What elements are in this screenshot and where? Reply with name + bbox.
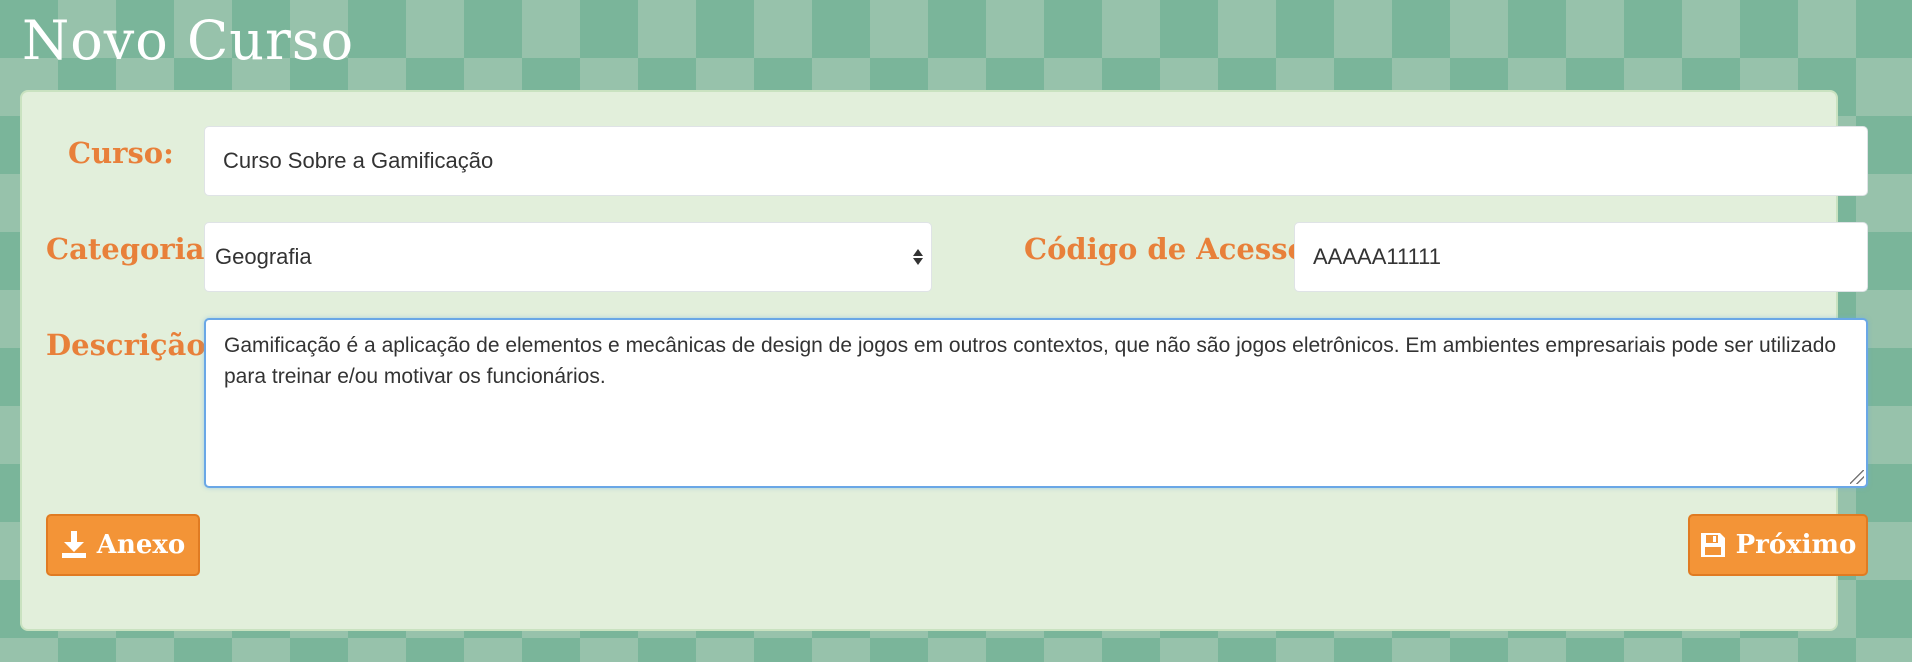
resize-grip-icon[interactable] <box>1850 470 1864 484</box>
select-arrows-icon <box>913 249 923 265</box>
proximo-button-label: Próximo <box>1735 530 1857 560</box>
save-icon <box>1700 532 1726 558</box>
codigo-label: Código de Acesso: <box>1024 232 1318 266</box>
curso-input[interactable]: Curso Sobre a Gamificação <box>204 126 1868 196</box>
anexo-button-label: Anexo <box>96 530 186 560</box>
codigo-input-value: AAAAA11111 <box>1313 244 1442 269</box>
curso-label: Curso: <box>68 136 174 170</box>
categoria-label: Categoria: <box>46 232 216 266</box>
descricao-label: Descrição: <box>46 328 217 362</box>
descricao-textarea[interactable]: Gamificação é a aplicação de elementos e… <box>204 318 1868 488</box>
anexo-button[interactable]: Anexo <box>46 514 200 576</box>
page-title: Novo Curso <box>22 9 355 72</box>
codigo-input[interactable]: AAAAA11111 <box>1294 222 1868 292</box>
curso-input-value: Curso Sobre a Gamificação <box>223 148 494 173</box>
descricao-textarea-value: Gamificação é a aplicação de elementos e… <box>224 334 1837 388</box>
categoria-select-value: Geografia <box>215 244 312 269</box>
proximo-button[interactable]: Próximo <box>1688 514 1868 576</box>
download-icon <box>61 531 87 559</box>
course-form-panel: Curso: Curso Sobre a Gamificação Categor… <box>20 90 1868 631</box>
categoria-select[interactable]: Geografia <box>204 222 932 292</box>
